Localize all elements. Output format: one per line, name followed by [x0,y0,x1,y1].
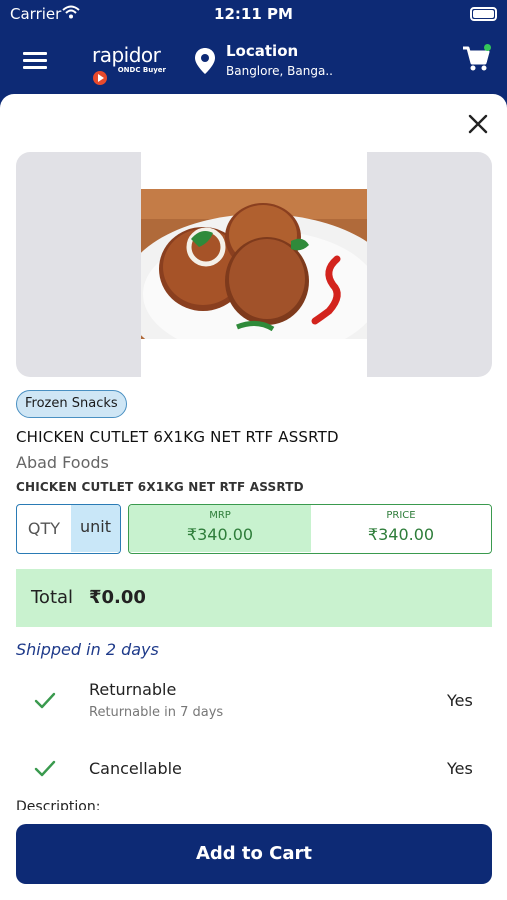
product-title: CHICKEN CUTLET 6X1KG NET RTF ASSRTD [16,428,339,446]
category-badge: Frozen Snacks [16,390,127,418]
app-header: rapidor ONDC Buyer Location Banglore, Ba… [0,30,507,94]
policy-value: Yes [447,691,473,710]
mrp-value: ₹340.00 [186,525,254,544]
check-icon [34,760,56,777]
description-label: Description: [16,800,101,810]
policy-row-returnable: Returnable Returnable in 7 days Yes [0,678,507,728]
status-bar: Carrier 12:11 PM [0,0,507,30]
product-detail-sheet: Frozen Snacks CHICKEN CUTLET 6X1KG NET R… [0,94,507,900]
mrp-label: MRP [209,510,231,521]
logo-subtext: ONDC Buyer [117,66,166,74]
check-icon [34,692,56,709]
status-time: 12:11 PM [214,5,293,23]
total-bar: Total ₹0.00 [16,569,492,627]
qty-label: QTY [27,519,61,538]
total-value: ₹0.00 [89,587,146,608]
app-logo: rapidor ONDC Buyer [92,43,172,85]
price-box: MRP ₹340.00 PRICE ₹340.00 [128,504,492,554]
location-value[interactable]: Banglore, Banga.. [226,64,333,78]
location-pin-icon[interactable] [194,47,216,75]
price-label: PRICE [386,510,416,521]
battery-icon [470,7,497,21]
policy-title: Returnable [89,680,177,699]
policy-subtitle: Returnable in 7 days [89,705,224,720]
menu-icon[interactable] [23,52,47,70]
product-photo [141,189,367,339]
qty-unit-dropdown[interactable]: unit [71,505,120,552]
brand-name: Abad Foods [16,453,109,472]
price-cell: PRICE ₹340.00 [311,505,491,552]
policy-row-cancellable: Cancellable Yes [0,754,507,784]
logo-play-icon [93,71,107,85]
mrp-cell: MRP ₹340.00 [129,505,311,552]
add-to-cart-button[interactable]: Add to Cart [16,824,492,884]
policy-title: Cancellable [89,759,182,778]
total-label: Total [31,587,74,608]
cart-badge [484,44,491,51]
price-value: ₹340.00 [367,525,435,544]
quantity-selector[interactable]: QTY unit [16,504,121,554]
close-icon[interactable] [466,112,490,136]
product-subtitle: CHICKEN CUTLET 6X1KG NET RTF ASSRTD [16,480,304,494]
policy-value: Yes [447,759,473,778]
location-title[interactable]: Location [226,42,298,60]
product-image-frame [16,152,492,377]
shipping-info: Shipped in 2 days [16,640,159,659]
logo-text: rapidor [92,43,161,67]
